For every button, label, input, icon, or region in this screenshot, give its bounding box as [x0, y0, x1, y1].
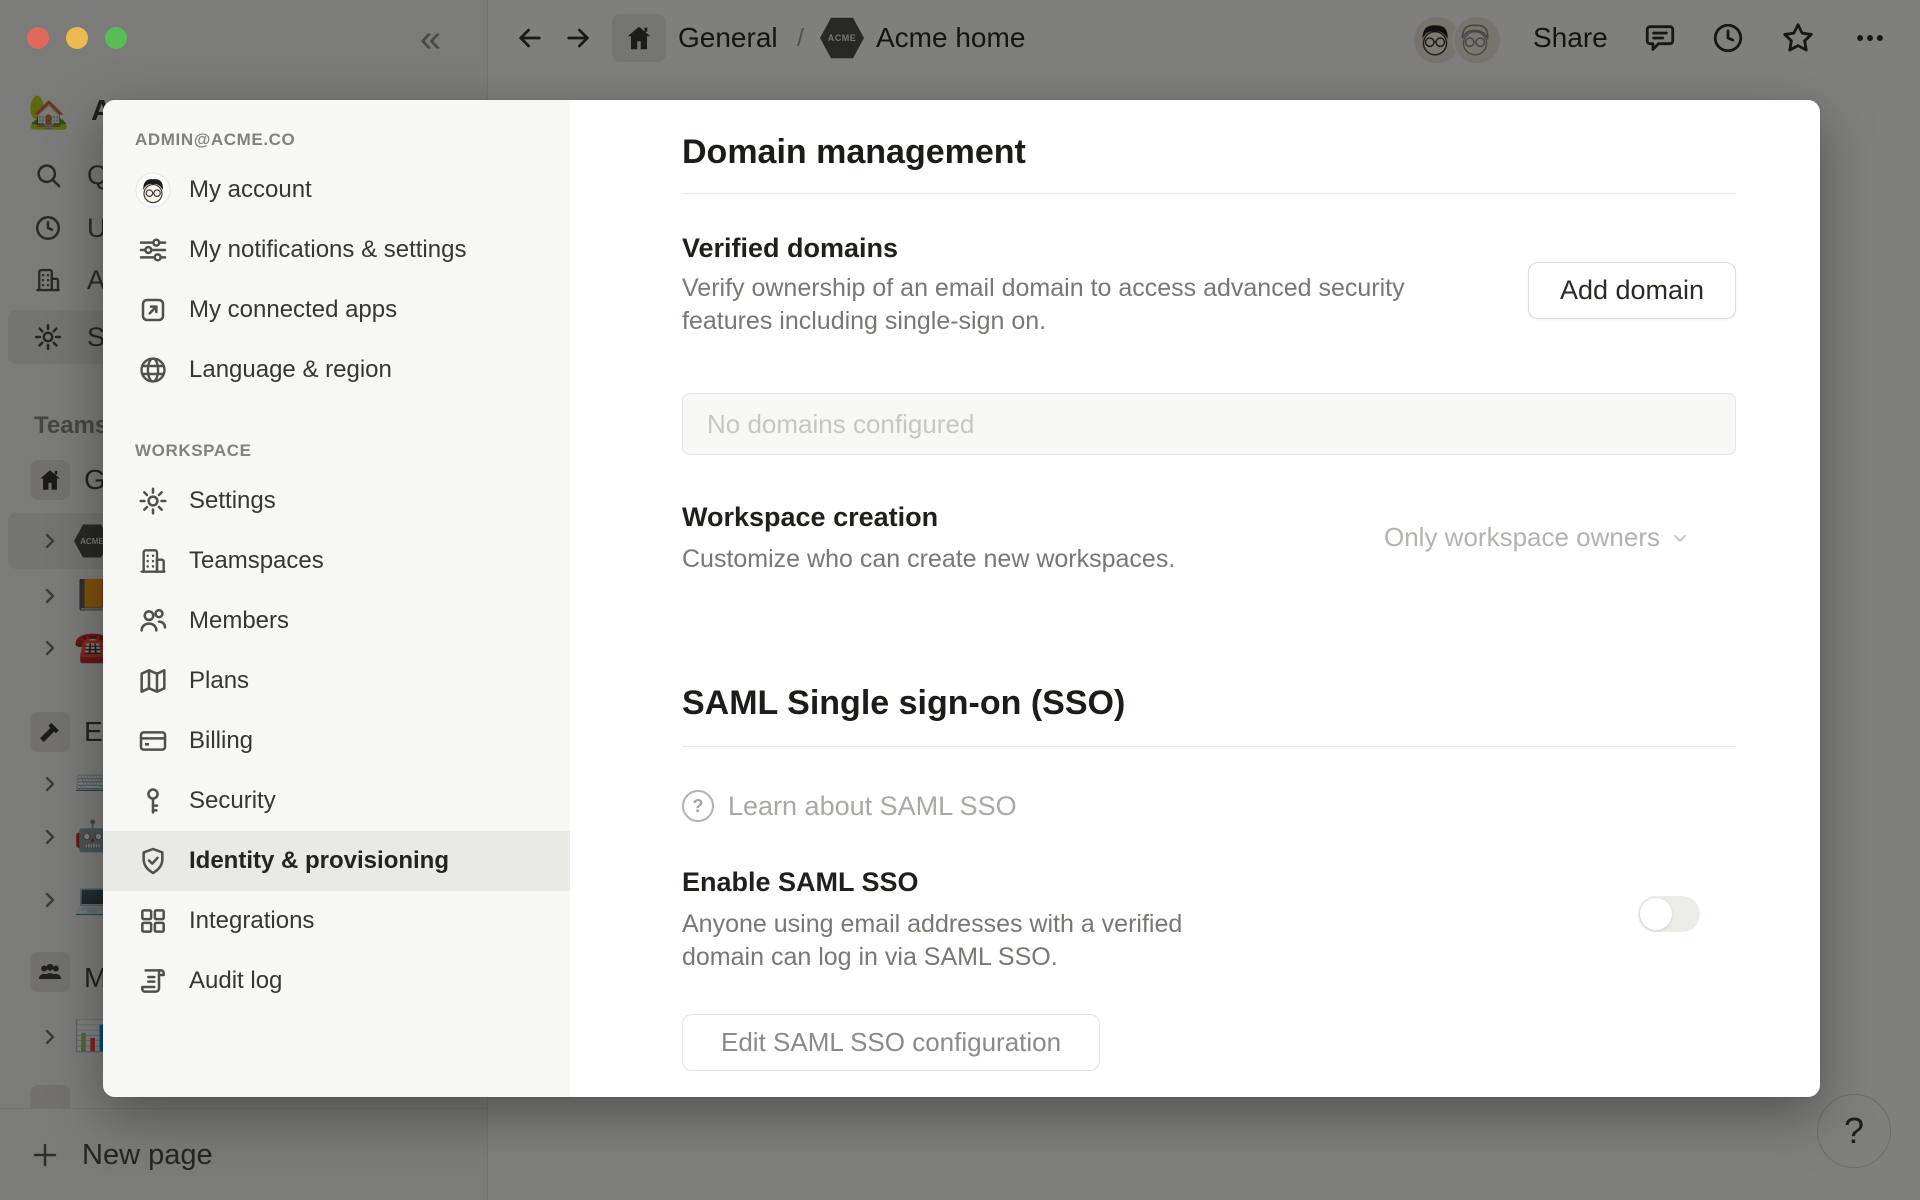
- globe-icon: [135, 352, 171, 388]
- workspace-creation-row: Workspace creation Customize who can cre…: [682, 499, 1736, 576]
- credit-card-icon: [135, 723, 171, 759]
- enable-saml-desc: Anyone using email addresses with a veri…: [682, 910, 1183, 971]
- saml-sso-title: SAML Single sign-on (SSO): [682, 684, 1126, 722]
- verified-domains-row: Verified domains Verify ownership of an …: [682, 230, 1736, 338]
- grid-icon: [135, 903, 171, 939]
- enable-saml-row: Enable SAML SSO Anyone using email addre…: [682, 864, 1736, 974]
- settings-item-members[interactable]: Members: [103, 591, 570, 651]
- settings-item-audit-log[interactable]: Audit log: [103, 951, 570, 1011]
- minimize-window-button[interactable]: [66, 27, 88, 49]
- arrow-up-right-box-icon: [135, 292, 171, 328]
- domain-management-title: Domain management: [682, 133, 1026, 171]
- settings-modal: ADMIN@ACME.CO My account My notification…: [103, 100, 1820, 1097]
- question-circle-icon: ?: [682, 790, 714, 822]
- user-avatar: [135, 172, 171, 208]
- section-divider: [682, 193, 1736, 194]
- settings-item-identity-provisioning[interactable]: Identity & provisioning: [103, 831, 570, 891]
- gear-icon: [135, 483, 171, 519]
- settings-item-connected-apps[interactable]: My connected apps: [103, 280, 570, 340]
- app-window: « General / ACME Acme home Share: [0, 0, 1920, 1200]
- verified-domains-desc: Verify ownership of an email domain to a…: [682, 274, 1405, 335]
- verified-domains-title: Verified domains: [682, 233, 899, 263]
- workspace-section-header: WORKSPACE: [135, 441, 252, 460]
- edit-saml-config-button[interactable]: Edit SAML SSO configuration: [682, 1014, 1101, 1071]
- enable-saml-title: Enable SAML SSO: [682, 867, 919, 897]
- shield-check-icon: [135, 843, 171, 879]
- settings-item-my-account[interactable]: My account: [103, 160, 570, 220]
- key-icon: [135, 783, 171, 819]
- section-divider: [682, 746, 1736, 747]
- sliders-icon: [135, 232, 171, 268]
- add-domain-button[interactable]: Add domain: [1528, 262, 1736, 319]
- settings-item-billing[interactable]: Billing: [103, 711, 570, 771]
- settings-item-security[interactable]: Security: [103, 771, 570, 831]
- settings-sidebar: ADMIN@ACME.CO My account My notification…: [103, 100, 570, 1097]
- settings-content: Domain management Verified domains Verif…: [570, 100, 1820, 1097]
- settings-item-teamspaces[interactable]: Teamspaces: [103, 531, 570, 591]
- map-icon: [135, 663, 171, 699]
- zoom-window-button[interactable]: [105, 27, 127, 49]
- scroll-icon: [135, 963, 171, 999]
- saml-sso-toggle[interactable]: [1638, 896, 1700, 932]
- close-window-button[interactable]: [27, 27, 49, 49]
- account-section-header: ADMIN@ACME.CO: [135, 130, 296, 149]
- settings-item-plans[interactable]: Plans: [103, 651, 570, 711]
- workspace-creation-dropdown[interactable]: Only workspace owners: [1384, 522, 1690, 553]
- toggle-knob: [1640, 898, 1672, 930]
- settings-item-settings[interactable]: Settings: [103, 471, 570, 531]
- domains-empty-field[interactable]: No domains configured: [682, 393, 1736, 455]
- building-icon: [135, 543, 171, 579]
- learn-saml-link[interactable]: ? Learn about SAML SSO: [682, 790, 1736, 822]
- members-people-icon: [135, 603, 171, 639]
- domains-placeholder: No domains configured: [707, 408, 975, 439]
- window-controls: [27, 27, 127, 49]
- workspace-creation-desc: Customize who can create new workspaces.: [682, 545, 1176, 573]
- settings-item-integrations[interactable]: Integrations: [103, 891, 570, 951]
- workspace-creation-title: Workspace creation: [682, 502, 939, 532]
- settings-item-notifications[interactable]: My notifications & settings: [103, 220, 570, 280]
- settings-item-language[interactable]: Language & region: [103, 340, 570, 400]
- chevron-down-icon: [1674, 534, 1686, 542]
